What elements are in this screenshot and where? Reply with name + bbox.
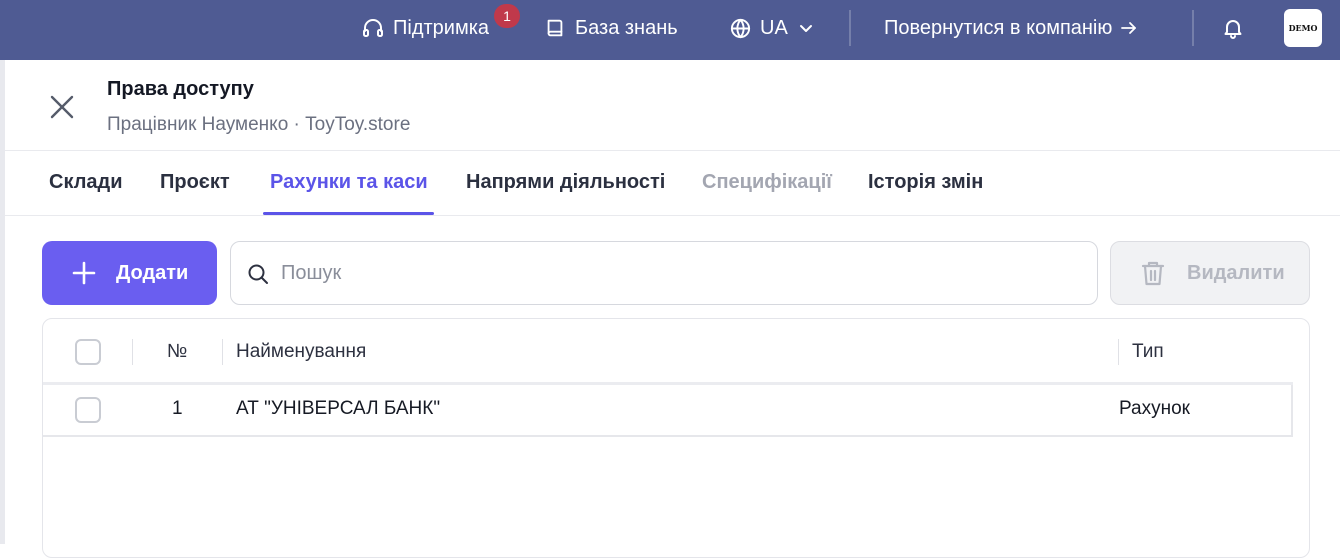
column-divider [1118,339,1119,365]
search-input[interactable] [281,256,1061,290]
notifications-button[interactable] [1221,0,1245,56]
arrow-right-icon [1121,22,1137,34]
tab-accounts-and-cash[interactable]: Рахунки та каси [270,171,428,194]
back-to-company-label: Повернутися в компанію [884,16,1113,39]
top-bar: Підтримка 1 База знань UA Повернутися в … [0,0,1340,60]
tab-activity-directions[interactable]: Напрями діяльності [466,171,665,194]
column-divider [222,339,223,365]
row-type: Рахунок [1119,398,1190,419]
back-to-company-link[interactable]: Повернутися в компанію [884,0,1138,56]
panel-title: Права доступу [107,78,254,100]
column-divider [132,339,133,365]
search-field[interactable] [230,241,1098,305]
tab-specifications: Специфікації [702,171,832,193]
header-name[interactable]: Найменування [236,341,366,363]
add-button-label: Додати [116,261,189,284]
avatar-logo-text: DEMO [1288,23,1318,33]
header-type[interactable]: Тип [1132,341,1164,363]
notification-badge: 1 [494,4,520,28]
table-header: № Найменування Тип [43,319,1293,385]
row-number: 1 [172,398,183,419]
tab-warehouses[interactable]: Склади [49,171,123,194]
tab-change-history[interactable]: Історія змін [868,171,983,194]
select-all-checkbox[interactable] [75,339,101,365]
access-rights-panel: Права доступу Працівник Науменко · ToyTo… [5,60,1340,558]
support-link[interactable]: Підтримка 1 [361,0,520,56]
topbar-divider [1192,10,1194,46]
avatar[interactable]: DEMO [1284,9,1322,47]
table-row[interactable]: 1 АТ "УНІВЕРСАЛ БАНК" Рахунок [43,385,1293,437]
row-checkbox[interactable] [75,397,101,423]
knowledge-base-link[interactable]: База знань [544,0,678,56]
chevron-down-icon [799,25,812,32]
trash-icon [1141,261,1165,286]
search-icon [248,264,268,284]
plus-icon [72,261,96,285]
tab-bar: Склади Проєкт Рахунки та каси Напрями ді… [5,151,1340,215]
close-icon [50,95,74,119]
support-label: Підтримка [393,16,490,39]
tab-project[interactable]: Проєкт [160,171,230,194]
knowledge-base-label: База знань [575,16,678,39]
add-button[interactable]: Додати [42,241,217,305]
globe-icon [730,18,751,38]
close-button[interactable] [49,94,75,120]
headset-icon [363,19,383,37]
book-icon [547,19,563,37]
panel-subtitle: Працівник Науменко · ToyToy.store [107,114,411,135]
language-selector[interactable]: UA [729,0,814,56]
topbar-divider [849,10,851,46]
header-number: № [167,341,188,362]
accounts-table: № Найменування Тип 1 АТ "УНІВЕРСАЛ БАНК"… [42,318,1310,558]
divider [5,215,1340,216]
delete-button: Видалити [1110,241,1310,305]
delete-button-label: Видалити [1187,261,1285,284]
bell-icon [1224,20,1242,39]
row-name: АТ "УНІВЕРСАЛ БАНК" [236,398,441,419]
language-label: UA [760,16,788,39]
